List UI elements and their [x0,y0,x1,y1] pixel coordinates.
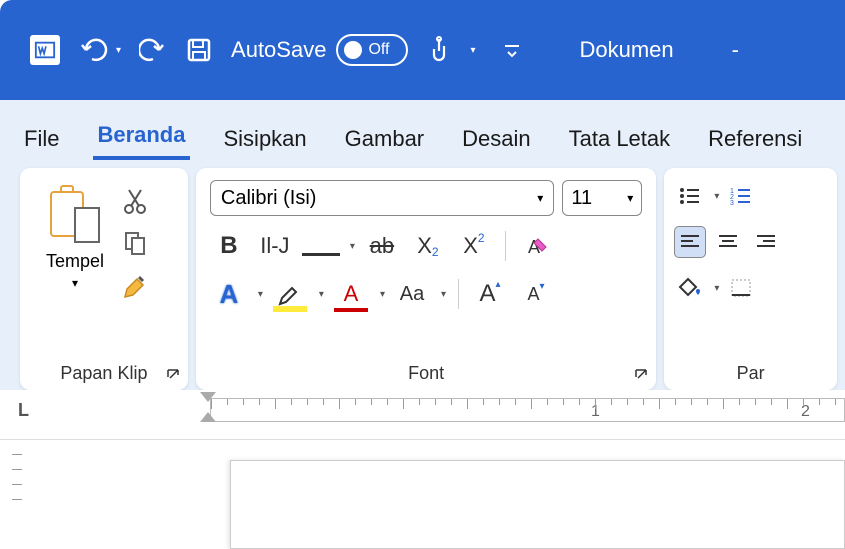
copy-button[interactable] [120,228,150,258]
hanging-indent-marker[interactable] [200,412,216,422]
shading-button[interactable] [674,272,706,304]
ribbon-tabs: File Beranda Sisipkan Gambar Desain Tata… [0,100,845,160]
tab-referensi[interactable]: Referensi [704,118,806,160]
italic-button[interactable]: Il-J [256,228,294,264]
clipboard-group: Tempel ▾ Papan Klip [20,168,188,390]
vertical-ruler[interactable] [12,440,32,514]
chevron-down-icon[interactable]: ▾ [350,241,355,252]
first-line-indent-marker[interactable] [200,392,216,402]
chevron-down-icon[interactable]: ▾ [441,289,446,300]
horizontal-ruler[interactable]: 1 2 [210,398,845,422]
font-size-select[interactable]: 11 ▾ [562,180,642,216]
clipboard-icon [50,183,100,243]
underline-button[interactable] [302,236,340,256]
document-name: Dokumen [579,37,673,63]
tab-file[interactable]: File [20,118,63,160]
format-painter-button[interactable] [120,270,150,300]
align-right-button[interactable] [750,226,782,258]
font-group: Calibri (Isi) ▾ 11 ▾ B Il-J ▾ ab X2 X2 A [196,168,656,390]
subscript-button[interactable]: X2 [409,228,447,264]
chevron-down-icon[interactable]: ▾ [258,289,263,300]
ruler-corner-icon: L [18,400,29,421]
grow-font-button[interactable]: A▴ [471,276,509,312]
title-dash: - [732,37,739,63]
touch-mode-button[interactable] [426,35,452,65]
bullets-button[interactable] [674,180,706,212]
autosave-label: AutoSave [231,37,326,63]
bold-button[interactable]: B [210,228,248,264]
superscript-button[interactable]: X2 [455,228,493,264]
tab-gambar[interactable]: Gambar [341,118,428,160]
chevron-down-icon[interactable]: ▾ [319,289,324,300]
tab-beranda[interactable]: Beranda [93,114,189,160]
ruler-number-2: 2 [801,403,810,421]
borders-button[interactable] [725,272,757,304]
paste-label: Tempel [46,251,104,272]
chevron-down-icon[interactable]: ▾ [380,289,385,300]
shrink-font-button[interactable]: A▾ [517,276,555,312]
font-color-button[interactable]: A [332,276,370,312]
change-case-button[interactable]: Aa [393,276,431,312]
qat-customize-button[interactable] [503,41,521,59]
chevron-down-icon: ▾ [537,191,543,205]
chevron-down-icon[interactable]: ▾ [714,191,719,202]
ruler-area: L 1 2 [0,390,845,440]
autosave-toggle[interactable]: AutoSave Off [231,34,408,66]
word-app-icon [30,35,60,65]
tab-desain[interactable]: Desain [458,118,534,160]
clear-formatting-button[interactable]: A [518,228,556,264]
document-canvas[interactable] [230,460,845,549]
ribbon: Tempel ▾ Papan Klip [0,160,845,390]
clipboard-group-label: Papan Klip [20,357,188,390]
font-size-value: 11 [571,187,592,210]
touch-dropdown[interactable]: ▾ [470,45,475,56]
paragraph-group: ▾ 123 ▾ Par [664,168,837,390]
highlight-button[interactable] [271,276,309,312]
clipboard-launcher[interactable] [166,368,180,382]
strikethrough-button[interactable]: ab [363,228,401,264]
font-name-select[interactable]: Calibri (Isi) ▾ [210,180,554,216]
font-name-value: Calibri (Isi) [221,187,317,210]
divider [505,231,506,261]
chevron-down-icon: ▾ [72,276,78,290]
align-center-button[interactable] [712,226,744,258]
tab-sisipkan[interactable]: Sisipkan [220,118,311,160]
chevron-down-icon: ▾ [627,191,633,205]
align-left-button[interactable] [674,226,706,258]
chevron-down-icon: ▾ [116,45,121,56]
svg-text:3: 3 [730,200,734,205]
font-launcher[interactable] [634,368,648,382]
redo-button[interactable] [139,37,167,63]
paste-button[interactable]: Tempel ▾ [30,178,120,347]
chevron-down-icon[interactable]: ▾ [714,283,719,294]
cut-button[interactable] [120,186,150,216]
paragraph-group-label: Par [664,357,837,390]
titlebar: ▾ AutoSave Off ▾ Dokumen - [0,0,845,100]
font-group-label: Font [196,357,656,390]
save-button[interactable] [185,36,213,64]
tab-tataletak[interactable]: Tata Letak [565,118,675,160]
autosave-state: Off [368,41,389,59]
undo-button[interactable]: ▾ [78,37,121,63]
text-effects-button[interactable]: A [210,276,248,312]
numbering-button[interactable]: 123 [725,180,757,212]
divider [458,279,459,309]
toggle-dot [344,41,362,59]
